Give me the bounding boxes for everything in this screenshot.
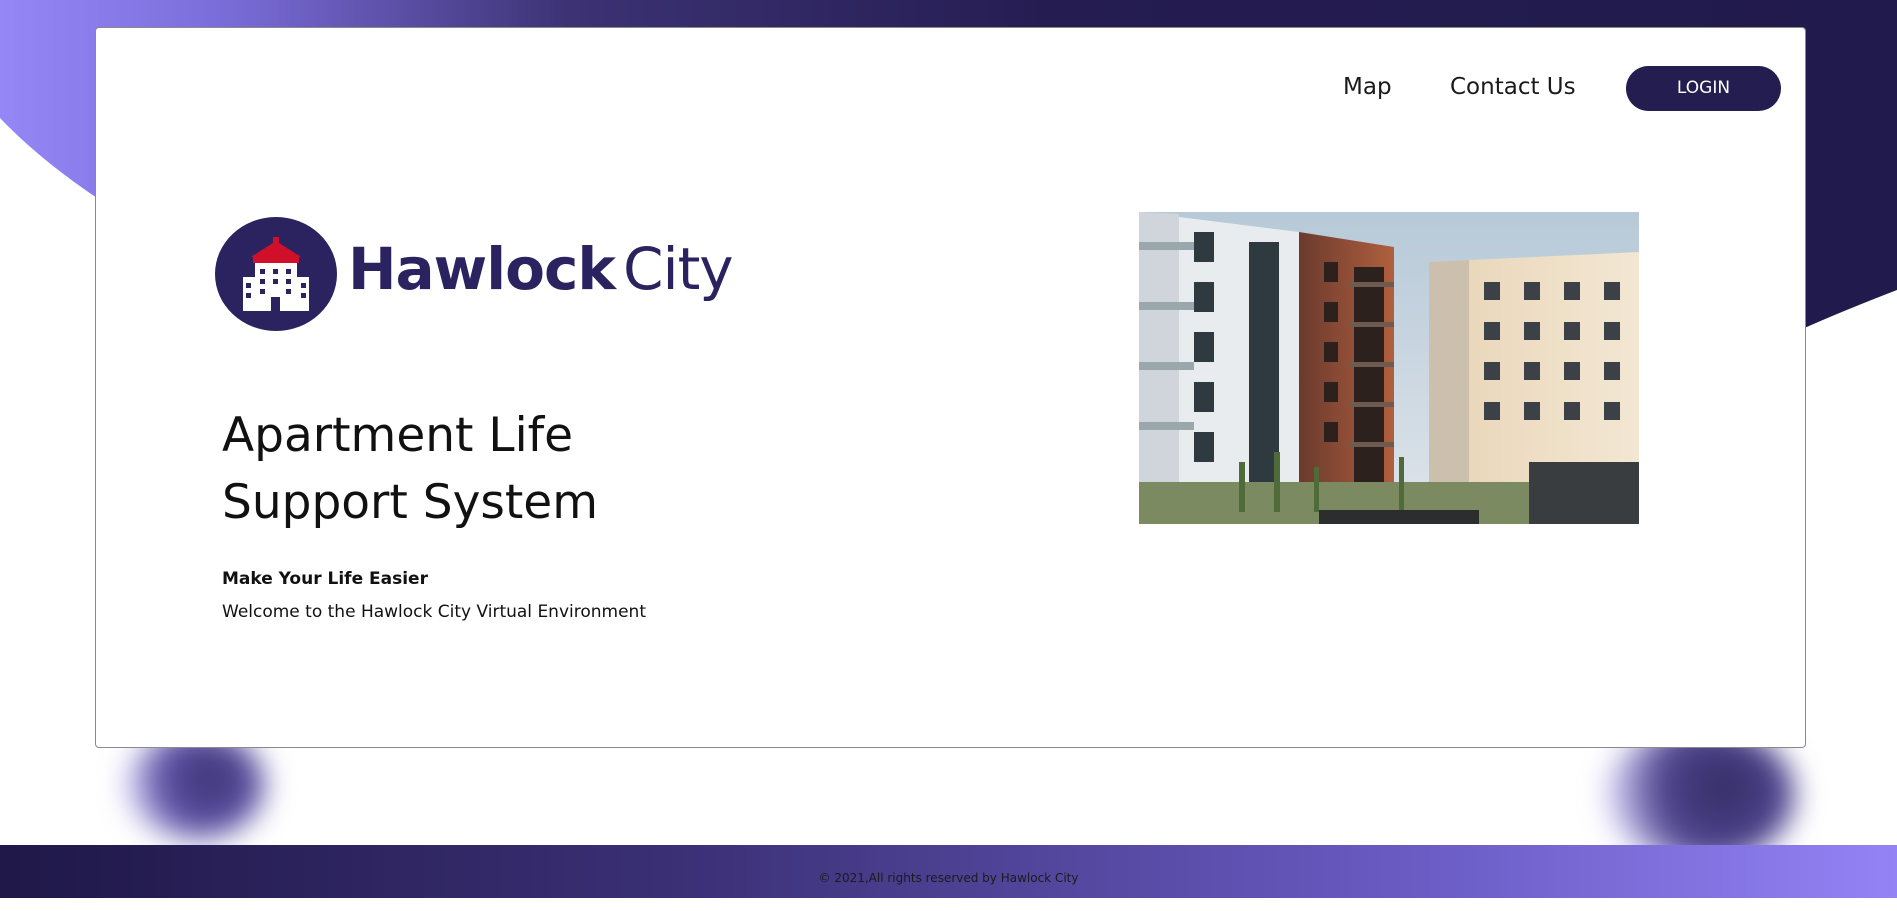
brand-name: Hawlock City [348, 240, 734, 298]
main-card: Map Contact Us LOGIN Hawlock City Apartm… [95, 27, 1806, 748]
hero-tagline: Make Your Life Easier [222, 569, 428, 589]
brand-logo [215, 217, 337, 331]
apartment-buildings-image [1139, 212, 1639, 524]
login-button[interactable]: LOGIN [1626, 66, 1781, 111]
footer-copyright: © 2021,All rights reserved by Hawlock Ci… [818, 871, 1079, 885]
headline-line-2: Support System [222, 475, 598, 530]
brand-name-light: City [622, 235, 734, 303]
hero-welcome-text: Welcome to the Hawlock City Virtual Envi… [222, 602, 646, 622]
apartment-building-icon [243, 237, 309, 311]
nav-contact-link[interactable]: Contact Us [1450, 74, 1576, 100]
hero-headline: Apartment Life Support System [222, 402, 598, 536]
brand-name-strong: Hawlock [348, 235, 616, 303]
nav-map-link[interactable]: Map [1343, 74, 1392, 100]
footer: © 2021,All rights reserved by Hawlock Ci… [0, 845, 1897, 898]
headline-line-1: Apartment Life [222, 408, 574, 463]
